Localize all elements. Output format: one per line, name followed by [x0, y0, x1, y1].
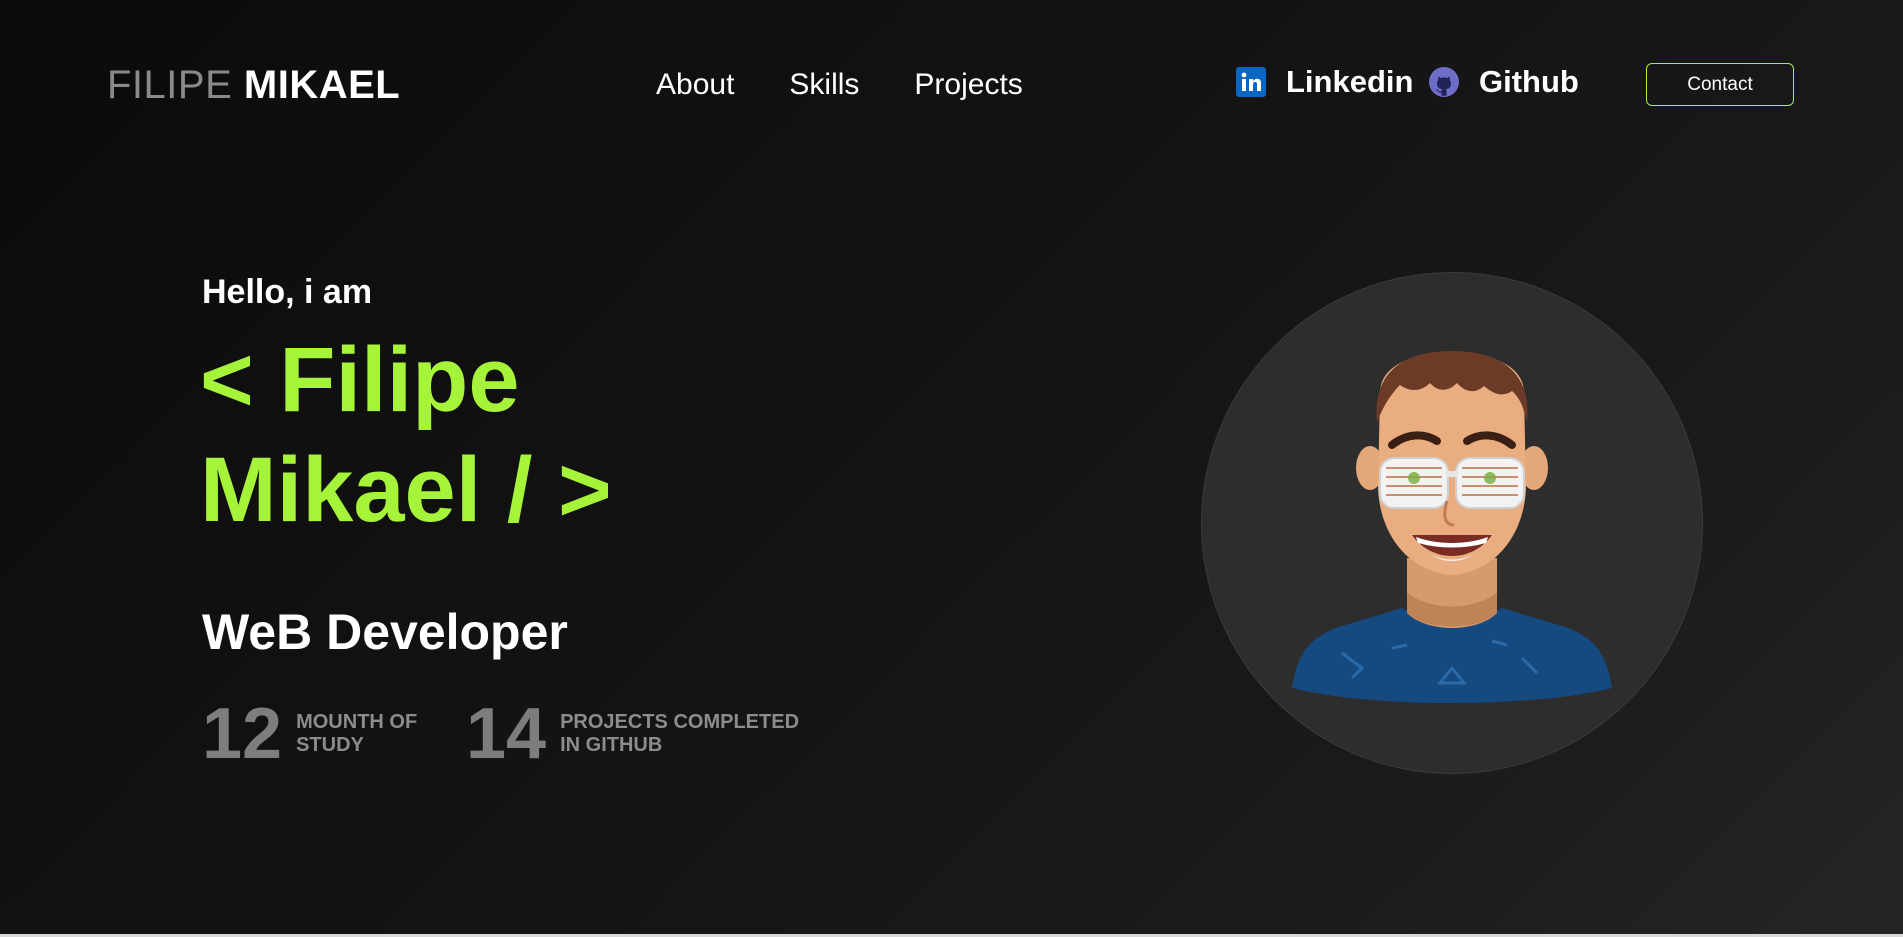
stat-study-months: 12 MOUNTH OF STUDY [202, 694, 417, 774]
logo-last-name: MIKAEL [243, 63, 401, 107]
github-icon [1429, 67, 1459, 97]
nav-link-about[interactable]: About [656, 66, 734, 104]
nav-link-projects[interactable]: Projects [914, 66, 1022, 104]
linkedin-label: Linkedin [1286, 64, 1414, 99]
page: FILIPE MIKAEL About Skills Projects Link… [0, 0, 1903, 934]
nav-link-skills[interactable]: Skills [789, 66, 859, 104]
hero-greeting: Hello, i am [202, 273, 373, 311]
linkedin-link[interactable]: Linkedin [1236, 64, 1413, 100]
stat-label-line-2: IN GITHUB [560, 734, 663, 756]
main-nav: About Skills Projects [656, 66, 1023, 104]
stat-label-line-1: MOUNTH OF [296, 711, 418, 733]
stat-label-line-1: PROJECTS COMPLETED [560, 711, 800, 733]
stat-number: 14 [466, 694, 547, 774]
site-logo[interactable]: FILIPE MIKAEL [107, 62, 400, 108]
hero-role: WeB Developer [202, 604, 568, 660]
contact-button[interactable]: Contact [1646, 63, 1794, 106]
avatar-illustration [1292, 351, 1612, 703]
github-link[interactable]: Github [1429, 64, 1579, 100]
stat-label-line-2: STUDY [296, 734, 364, 756]
linkedin-icon [1236, 67, 1266, 97]
stat-number: 12 [202, 694, 283, 774]
stat-projects-completed: 14 PROJECTS COMPLETED IN GITHUB [466, 694, 799, 774]
logo-first-name: FILIPE [107, 63, 233, 107]
hero-name-line-2: Mikael / > [200, 439, 612, 541]
avatar [1201, 272, 1703, 774]
stat-label: MOUNTH OF STUDY [296, 711, 417, 757]
github-label: Github [1479, 64, 1579, 99]
hero-name-line-1: < Filipe [200, 329, 520, 431]
stat-label: PROJECTS COMPLETED IN GITHUB [560, 711, 799, 757]
